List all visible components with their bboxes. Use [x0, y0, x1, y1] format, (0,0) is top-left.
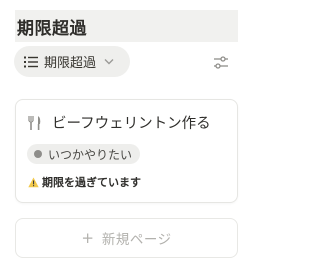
list-icon — [24, 56, 38, 67]
new-page-button[interactable]: + 新規ページ — [15, 218, 238, 258]
tag-label: いつかやりたい — [48, 147, 133, 162]
tag-dot-icon — [34, 150, 42, 158]
view-selector-button[interactable]: 期限超過 — [14, 46, 130, 77]
card-title-row: ビーフウェリントン作る — [28, 112, 211, 133]
chevron-down-icon — [104, 59, 114, 65]
board-view: 期限超過 期限超過 ビーフウェリントン作る いつかやりたい 期限を過ぎています … — [0, 0, 255, 269]
overdue-warning: 期限を過ぎています — [28, 174, 141, 190]
new-page-label: 新規ページ — [101, 232, 172, 248]
sliders-icon[interactable] — [213, 55, 229, 70]
card-title: ビーフウェリントン作る — [52, 116, 211, 132]
page-header: 期限超過 — [15, 10, 238, 42]
view-selector-label: 期限超過 — [44, 56, 97, 71]
status-tag: いつかやりたい — [27, 144, 141, 164]
page-title: 期限超過 — [17, 18, 87, 39]
warning-text: 期限を過ぎています — [42, 176, 141, 189]
plus-icon: + — [81, 228, 94, 247]
warning-icon — [28, 177, 39, 187]
task-card[interactable]: ビーフウェリントン作る いつかやりたい 期限を過ぎています — [15, 99, 238, 203]
fork-knife-icon — [28, 115, 41, 130]
